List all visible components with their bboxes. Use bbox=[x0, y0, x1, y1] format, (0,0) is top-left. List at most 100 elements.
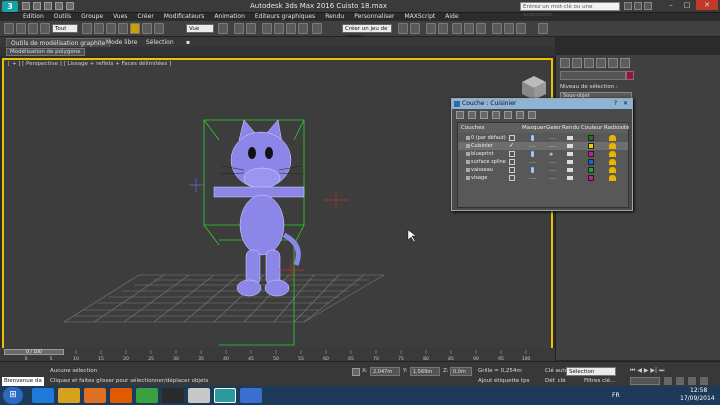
radiosity-toggle-icon[interactable] bbox=[609, 135, 616, 141]
curve-editor-icon[interactable] bbox=[452, 23, 462, 34]
column-header[interactable]: Rendu bbox=[562, 125, 579, 131]
material-editor-icon[interactable] bbox=[476, 23, 486, 34]
menu-item[interactable]: Outils bbox=[49, 12, 76, 21]
percent-snap-icon[interactable] bbox=[286, 23, 296, 34]
help-icon[interactable] bbox=[644, 2, 652, 10]
layer-row[interactable]: Cuisinier ✓ ---- ---- bbox=[458, 142, 628, 150]
layer-color-swatch[interactable] bbox=[588, 159, 594, 165]
freeze-all-icon[interactable] bbox=[528, 111, 536, 119]
layer-name[interactable]: vaisseau bbox=[471, 166, 493, 174]
maximize-button[interactable]: □ bbox=[680, 0, 694, 10]
orbit-icon[interactable] bbox=[688, 377, 696, 385]
keyboard-shortcut-icon[interactable] bbox=[246, 23, 256, 34]
current-frame-field[interactable] bbox=[630, 377, 660, 385]
x-coordinate-field[interactable]: 2,047m bbox=[370, 367, 400, 376]
layer-row[interactable]: visage ---- ---- bbox=[458, 174, 628, 182]
tab-freeform[interactable]: Mode libre bbox=[102, 38, 141, 47]
chrome-icon[interactable] bbox=[136, 388, 158, 403]
y-coordinate-field[interactable]: 1,569m bbox=[410, 367, 440, 376]
named-selection-set-select[interactable]: Créer un jeu de sélecti bbox=[342, 24, 392, 40]
object-color-swatch[interactable] bbox=[626, 71, 634, 80]
snap-icon[interactable] bbox=[262, 23, 272, 34]
layer-color-swatch[interactable] bbox=[588, 175, 594, 181]
time-slider-track[interactable]: 0 5 10 15 20 25 30 35 40 45 50 55 60 65 70 75 80 85 90 95 10… bbox=[0, 348, 555, 361]
render-setup-icon[interactable] bbox=[492, 23, 502, 34]
timeline-ruler[interactable]: 0 5 10 15 20 25 30 35 40 45 50 55 60 65 70 75 80 85 90 95 10… bbox=[0, 348, 555, 361]
layer-name[interactable]: blueprint bbox=[471, 150, 494, 158]
render-production-icon[interactable] bbox=[516, 23, 526, 34]
pan-icon[interactable] bbox=[700, 377, 708, 385]
menu-item[interactable]: MAXScript bbox=[399, 12, 440, 21]
radiosity-toggle-icon[interactable] bbox=[609, 167, 616, 173]
motion-panel-icon[interactable] bbox=[596, 58, 606, 68]
current-layer-checkbox[interactable] bbox=[509, 159, 515, 165]
rectangle-selection-icon[interactable] bbox=[106, 23, 116, 34]
dialog-titlebar[interactable]: Couche : Cuisinier ? ✕ bbox=[452, 99, 632, 109]
current-layer-checkbox[interactable]: ✓ bbox=[509, 143, 515, 149]
layer-name[interactable]: Cuisinier bbox=[471, 142, 493, 150]
app-logo-icon[interactable]: 3 bbox=[2, 1, 18, 12]
go-to-start-icon[interactable]: ⏮ bbox=[630, 367, 635, 374]
column-header[interactable]: Couches bbox=[461, 125, 484, 131]
select-in-layer-icon[interactable] bbox=[492, 111, 500, 119]
menu-item[interactable]: Vues bbox=[108, 12, 132, 21]
menu-item[interactable]: Rendu bbox=[320, 12, 349, 21]
play-icon[interactable]: ▶ bbox=[644, 367, 649, 374]
search-input[interactable]: Entrez un mot-clé ou une expression bbox=[520, 2, 620, 18]
angle-snap-icon[interactable] bbox=[274, 23, 284, 34]
unlink-icon[interactable] bbox=[40, 23, 50, 34]
internet-explorer-icon[interactable] bbox=[32, 388, 54, 403]
select-by-name-icon[interactable] bbox=[94, 23, 104, 34]
schematic-view-icon[interactable] bbox=[464, 23, 474, 34]
file-explorer-icon[interactable] bbox=[58, 388, 80, 403]
column-header[interactable]: Couleur bbox=[581, 125, 602, 131]
3dsmax-taskbar-icon[interactable] bbox=[214, 388, 236, 403]
set-key-label[interactable]: Déf. clé bbox=[545, 378, 566, 384]
previous-frame-icon[interactable]: ◀ bbox=[637, 367, 642, 374]
save-file-icon[interactable] bbox=[44, 2, 52, 10]
highlight-layer-icon[interactable] bbox=[504, 111, 512, 119]
render-toggle-icon[interactable] bbox=[567, 152, 573, 156]
hide-toggle-icon[interactable] bbox=[531, 151, 534, 157]
menu-item[interactable]: Groupe bbox=[76, 12, 108, 21]
zoom-icon[interactable] bbox=[676, 377, 684, 385]
rendered-frame-icon[interactable] bbox=[504, 23, 514, 34]
radiosity-toggle-icon[interactable] bbox=[609, 159, 616, 165]
go-to-end-icon[interactable]: ⏭ bbox=[659, 367, 664, 374]
render-toggle-icon[interactable] bbox=[567, 168, 573, 172]
rotate-icon[interactable] bbox=[142, 23, 152, 34]
media-player-icon[interactable] bbox=[84, 388, 106, 403]
new-file-icon[interactable] bbox=[22, 2, 30, 10]
create-layer-icon[interactable] bbox=[456, 111, 464, 119]
current-layer-checkbox[interactable] bbox=[509, 135, 515, 141]
align-icon[interactable] bbox=[410, 23, 420, 34]
layer-color-swatch[interactable] bbox=[588, 135, 594, 141]
time-config-icon[interactable] bbox=[664, 377, 672, 385]
current-layer-checkbox[interactable] bbox=[509, 167, 515, 173]
clock-date[interactable]: 17/09/2014 bbox=[680, 395, 715, 402]
firefox-icon[interactable] bbox=[110, 388, 132, 403]
radiosity-toggle-icon[interactable] bbox=[609, 143, 616, 149]
utilities-panel-icon[interactable] bbox=[620, 58, 630, 68]
reference-coord-select[interactable]: Vue bbox=[186, 24, 214, 33]
polygon-modeling-button[interactable]: Modélisation de polygone bbox=[6, 48, 85, 56]
edit-named-sets-icon[interactable] bbox=[312, 23, 322, 34]
current-layer-checkbox[interactable] bbox=[509, 151, 515, 157]
tab-selection[interactable]: Sélection bbox=[142, 38, 178, 47]
z-coordinate-field[interactable]: 0,0m bbox=[450, 367, 472, 376]
hide-toggle-icon[interactable] bbox=[531, 135, 534, 141]
render-toggle-icon[interactable] bbox=[567, 136, 573, 140]
minimize-button[interactable]: – bbox=[664, 0, 678, 10]
ribbon-toggle-icon[interactable] bbox=[438, 23, 448, 34]
column-header[interactable]: Radiosité bbox=[604, 125, 629, 131]
radiosity-toggle-icon[interactable] bbox=[609, 151, 616, 157]
select-object-icon[interactable] bbox=[82, 23, 92, 34]
add-time-tag[interactable]: Ajout étiquette tps bbox=[478, 378, 529, 384]
selection-filter-select[interactable]: Tout bbox=[52, 24, 78, 33]
layer-row[interactable]: 0 (par défaut) ---- bbox=[458, 134, 628, 142]
tab-graphite-modeling[interactable]: Outils de modélisation graphite bbox=[6, 38, 111, 47]
layer-row[interactable]: blueprint ✱ bbox=[458, 150, 628, 158]
redo-icon[interactable] bbox=[66, 2, 74, 10]
layer-manager-icon[interactable] bbox=[426, 23, 436, 34]
start-button[interactable]: ⊞ bbox=[3, 387, 23, 404]
